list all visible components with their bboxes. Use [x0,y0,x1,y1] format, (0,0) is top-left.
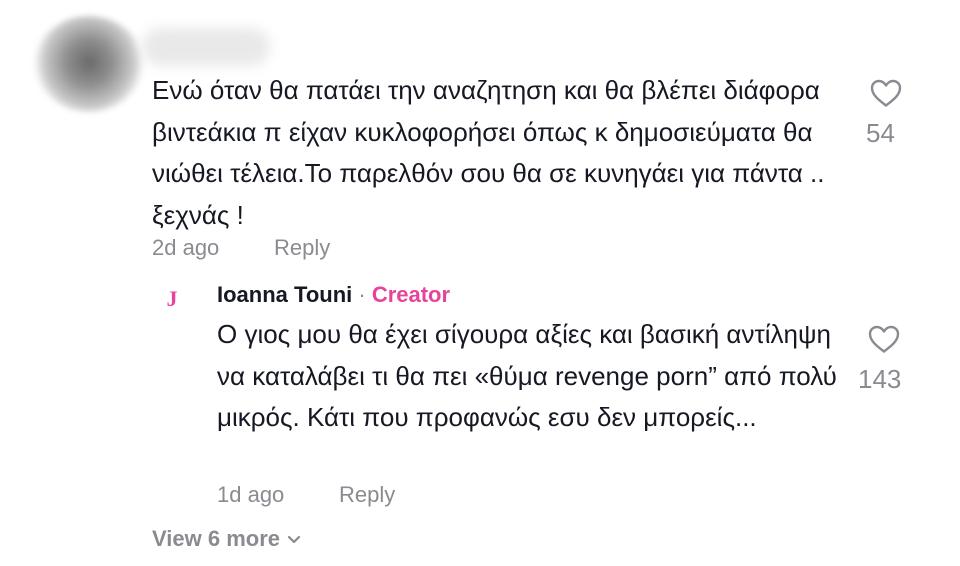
reply-text: Ο γιος μου θα έχει σίγουρα αξίες και βασ… [217,319,837,432]
creator-avatar[interactable]: J [160,286,184,312]
reply-author-name[interactable]: Ioanna Touni [217,282,352,307]
creator-badge: Creator [371,282,451,307]
author-separator: · [352,282,372,307]
view-more-replies-button[interactable]: View 6 more [152,526,302,552]
reply-reply-button[interactable]: Reply [339,482,395,508]
comment-text: Ενώ όταν θα πατάει την αναζητηση και θα … [152,75,825,230]
commenter-avatar[interactable] [34,16,144,112]
reply-like-count: 143 [858,364,902,394]
heart-outline-icon [868,325,900,353]
heart-outline-icon [870,79,902,107]
comment-like-count: 54 [866,118,895,148]
chevron-down-icon [287,536,301,544]
commenter-name-blurred[interactable] [142,28,270,66]
view-more-label: View 6 more [152,526,280,551]
reply-timestamp: 1d ago [217,482,285,507]
reply-like-button[interactable] [864,324,904,359]
comment-like-button[interactable] [866,78,906,113]
comment-reply-button[interactable]: Reply [274,235,330,261]
reply-author-row: Ioanna Touni · Creator [217,282,450,308]
comment-timestamp: 2d ago [152,235,220,260]
